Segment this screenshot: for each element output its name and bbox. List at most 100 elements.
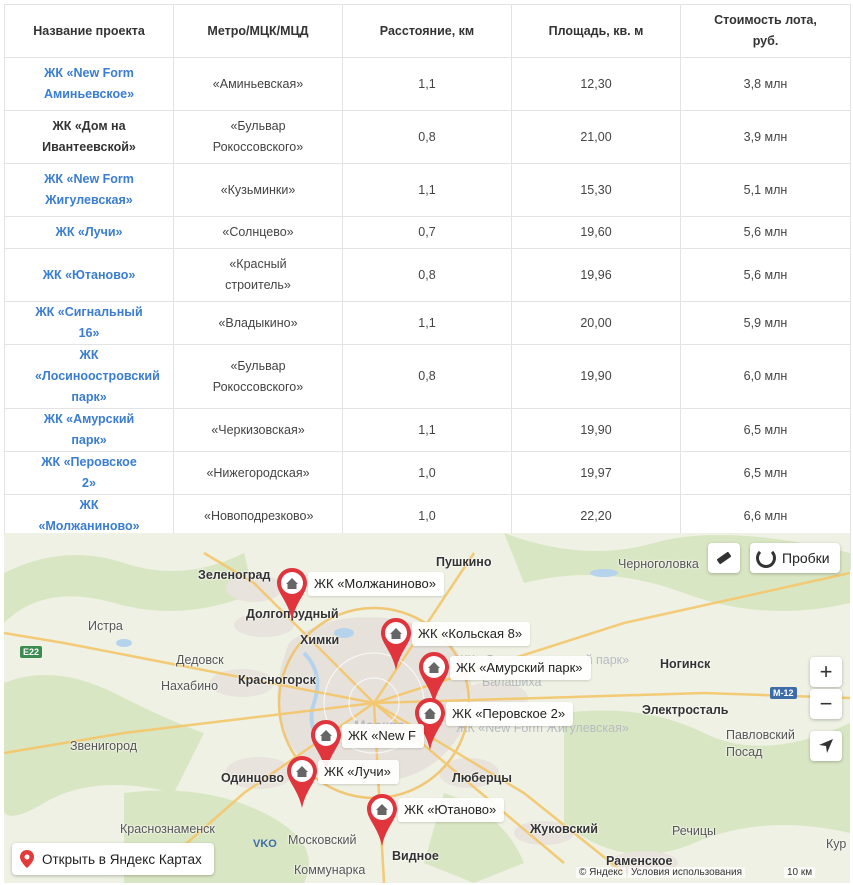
cell-area: 19,90	[511, 344, 681, 409]
map-place: Раменское	[606, 854, 673, 868]
cell-area: 21,00	[511, 110, 681, 164]
cell-area: 22,20	[511, 494, 681, 538]
house-pin-icon	[277, 568, 307, 620]
table-row: ЖК «New Form Жигулевская» «Кузьминки» 1,1 1…	[4, 163, 851, 217]
projects-table: Название проекта Метро/МЦК/МЦД Расстояни…	[4, 4, 851, 570]
table-row: ЖК «Ютаново» «Красный строитель» 0,8 19,96 5…	[4, 248, 851, 302]
ruler-button[interactable]	[708, 543, 740, 573]
yandex-copyright[interactable]: © Яндекс	[576, 867, 626, 878]
project-marker-label: ЖК «Лучи»	[318, 760, 399, 784]
header-price: Стоимость лота, руб.	[680, 4, 851, 58]
road-badge: M-12	[770, 687, 797, 699]
cell-project[interactable]: ЖК «Лосиноостровский парк»	[4, 344, 174, 409]
map-place: Дедовск	[176, 653, 224, 667]
zoom-in-button[interactable]: +	[810, 657, 842, 687]
geolocation-button[interactable]	[810, 731, 842, 761]
map-place: Звенигород	[70, 739, 138, 753]
header-project: Название проекта	[4, 4, 174, 58]
map-place: Жуковский	[530, 822, 598, 836]
header-distance: Расстояние, км	[342, 4, 512, 58]
map-place: Пушкино	[436, 555, 492, 569]
traffic-button[interactable]: Пробки	[750, 543, 840, 573]
cell-metro: «Аминьевская»	[173, 57, 343, 111]
cell-metro: «Кузьминки»	[173, 163, 343, 217]
projects-table-container: Название проекта Метро/МЦК/МЦД Расстояни…	[4, 4, 851, 570]
cell-metro: «Бульвар Рокоссовского»	[173, 344, 343, 409]
cell-price: 5,6 млн	[680, 216, 851, 249]
map-place: Кур	[826, 837, 847, 851]
cell-project[interactable]: ЖК «Ютаново»	[4, 248, 174, 302]
map-place: Люберцы	[452, 771, 512, 785]
cell-price: 5,9 млн	[680, 301, 851, 345]
map-place: Видное	[392, 849, 439, 863]
map-place: Черноголовка	[618, 557, 699, 571]
open-in-yandex-maps-button[interactable]: Открыть в Яндекс Картах	[12, 843, 214, 875]
map-place: Ногинск	[660, 657, 711, 671]
cell-project[interactable]: ЖК «Сигнальный 16»	[4, 301, 174, 345]
terms-link[interactable]: Условия использования	[628, 867, 745, 878]
table-header-row: Название проекта Метро/МЦК/МЦД Расстояни…	[4, 4, 851, 58]
cell-project[interactable]: ЖК «New Form Жигулевская»	[4, 163, 174, 217]
cell-project: ЖК «Дом на Ивантеевской»	[4, 110, 174, 164]
cell-metro: «Красный строитель»	[173, 248, 343, 302]
cell-area: 19,97	[511, 451, 681, 495]
cell-metro: «Солнцево»	[173, 216, 343, 249]
cell-price: 6,5 млн	[680, 451, 851, 495]
traffic-label: Пробки	[782, 550, 830, 566]
cell-project[interactable]: ЖК «Лучи»	[4, 216, 174, 249]
cell-distance: 0,8	[342, 344, 512, 409]
traffic-icon	[756, 548, 776, 568]
cell-price: 6,5 млн	[680, 408, 851, 452]
table-row: ЖК «Дом на Ивантеевской» «Бульвар Рокоссо…	[4, 110, 851, 164]
map-place: Химки	[300, 633, 340, 647]
cell-area: 20,00	[511, 301, 681, 345]
table-row: ЖК «New Form Аминьевское» «Аминьевская» 1,…	[4, 57, 851, 111]
map-place: Электросталь	[642, 703, 729, 717]
cell-project[interactable]: ЖК «New Form Аминьевское»	[4, 57, 174, 111]
cell-price: 6,0 млн	[680, 344, 851, 409]
cell-distance: 0,7	[342, 216, 512, 249]
cell-area: 15,30	[511, 163, 681, 217]
cell-distance: 1,1	[342, 163, 512, 217]
house-pin-icon	[287, 756, 317, 808]
project-marker-label: ЖК «Молжаниново»	[308, 572, 444, 596]
yandex-map[interactable]: Зеленоград Пушкино Черноголовка Истра До…	[4, 533, 850, 883]
map-pin-icon	[20, 850, 34, 868]
project-marker-label: ЖК «New F	[342, 724, 424, 748]
cell-distance: 0,8	[342, 248, 512, 302]
ruler-icon	[716, 551, 732, 565]
map-place: Коммунарка	[294, 863, 366, 877]
cell-area: 19,96	[511, 248, 681, 302]
cell-project[interactable]: ЖК «Перовское 2»	[4, 451, 174, 495]
map-place: Московский	[288, 833, 357, 847]
location-arrow-icon	[819, 739, 833, 753]
cell-project[interactable]: ЖК «Молжаниново»	[4, 494, 174, 538]
cell-area: 12,30	[511, 57, 681, 111]
cell-distance: 0,8	[342, 110, 512, 164]
cell-distance: 1,1	[342, 301, 512, 345]
cell-price: 5,1 млн	[680, 163, 851, 217]
cell-distance: 1,1	[342, 57, 512, 111]
cell-area: 19,90	[511, 408, 681, 452]
header-area: Площадь, кв. м	[511, 4, 681, 58]
map-place: Краснознаменск	[120, 822, 215, 836]
project-marker-label: ЖК «Перовское 2»	[446, 702, 574, 726]
cell-distance: 1,1	[342, 408, 512, 452]
cell-area: 19,60	[511, 216, 681, 249]
cell-metro: «Нижегородская»	[173, 451, 343, 495]
table-row: ЖК «Сигнальный 16» «Владыкино» 1,1 20,00 5,9…	[4, 301, 851, 345]
cell-metro: «Черкизовская»	[173, 408, 343, 452]
map-scale: 10 км	[784, 867, 816, 878]
project-marker-label: ЖК «Ютаново»	[398, 798, 505, 822]
zoom-out-button[interactable]: −	[810, 689, 842, 719]
table-row: ЖК «Перовское 2» «Нижегородская» 1,0 19,97 6…	[4, 451, 851, 495]
airport-label: VKO	[253, 838, 277, 850]
map-place: Нахабино	[161, 679, 219, 693]
cell-price: 5,6 млн	[680, 248, 851, 302]
house-pin-icon	[367, 794, 397, 846]
cell-price: 6,6 млн	[680, 494, 851, 538]
project-marker-label: ЖК «Амурский парк»	[450, 656, 591, 680]
road-badge: E22	[20, 646, 43, 658]
map-place: Речицы	[672, 824, 716, 838]
cell-project[interactable]: ЖК «Амурский парк»	[4, 408, 174, 452]
